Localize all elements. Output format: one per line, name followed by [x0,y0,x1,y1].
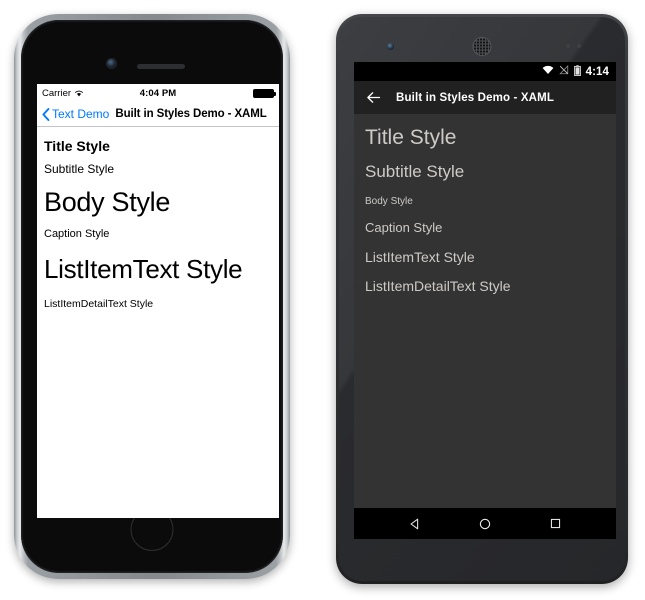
nav-recents-square-icon[interactable] [549,517,562,530]
ios-style-row-caption: Caption Style [44,227,110,240]
screenshot-stage: Carrier 4:04 PM Text Demo Built in Style… [0,0,645,600]
signal-off-icon [558,64,569,78]
android-style-row-listitemdetail: ListItemDetailText Style [365,278,511,295]
ios-style-row-listitemdetail: ListItemDetailText Style [44,298,154,311]
front-camera-icon [387,43,394,50]
ios-status-bar: Carrier 4:04 PM [37,84,279,102]
android-device-frame: 4:14 Built in Styles Demo - XAML Title S… [336,14,628,584]
ios-page-title: Built in Styles Demo - XAML [115,108,267,120]
nav-home-circle-icon[interactable] [478,517,492,531]
iphone-bezel: Carrier 4:04 PM Text Demo Built in Style… [21,20,283,573]
android-clock: 4:14 [585,65,609,78]
android-status-bar: 4:14 [354,62,616,81]
chevron-left-icon [42,107,50,121]
android-style-row-body: Body Style [365,196,413,208]
android-bezel: 4:14 Built in Styles Demo - XAML Title S… [339,17,625,581]
android-style-row-caption: Caption Style [365,220,443,236]
android-style-row-listitemtext: ListItemText Style [365,249,475,266]
android-navigation-bar [354,508,616,539]
ios-back-button[interactable]: Text Demo [42,107,109,121]
ios-style-row-listitemtext: ListItemText Style [44,254,243,285]
ios-style-row-title: Title Style [44,138,110,154]
battery-icon [573,64,581,79]
wifi-icon [542,65,554,78]
earpiece-speaker-icon [137,64,185,69]
android-style-row-subtitle: Subtitle Style [365,162,465,182]
front-camera-icon [107,59,116,68]
earpiece-speaker-icon [473,38,491,55]
ios-style-row-subtitle: Subtitle Style [44,162,115,177]
ios-style-row-body: Body Style [44,187,171,218]
ios-navigation-bar: Text Demo Built in Styles Demo - XAML [37,102,279,127]
ios-back-label: Text Demo [52,107,110,121]
ios-carrier-label: Carrier [42,87,72,99]
iphone-screen: Carrier 4:04 PM Text Demo Built in Style… [37,84,279,518]
android-content-area: Title Style Subtitle Style Body Style Ca… [354,114,616,508]
nav-back-triangle-icon[interactable] [408,517,422,531]
arrow-left-icon[interactable] [365,89,382,106]
ios-carrier-group: Carrier [42,88,84,99]
battery-full-icon [253,88,276,98]
android-screen: 4:14 Built in Styles Demo - XAML Title S… [354,62,616,539]
android-page-title: Built in Styles Demo - XAML [396,91,555,104]
android-action-bar: Built in Styles Demo - XAML [354,81,616,114]
proximity-sensors-icon [566,44,581,48]
iphone-device-frame: Carrier 4:04 PM Text Demo Built in Style… [14,14,290,579]
ios-content-area: Title Style Subtitle Style Body Style Ca… [37,127,279,517]
wifi-icon [74,89,84,97]
android-style-row-title: Title Style [365,126,457,149]
